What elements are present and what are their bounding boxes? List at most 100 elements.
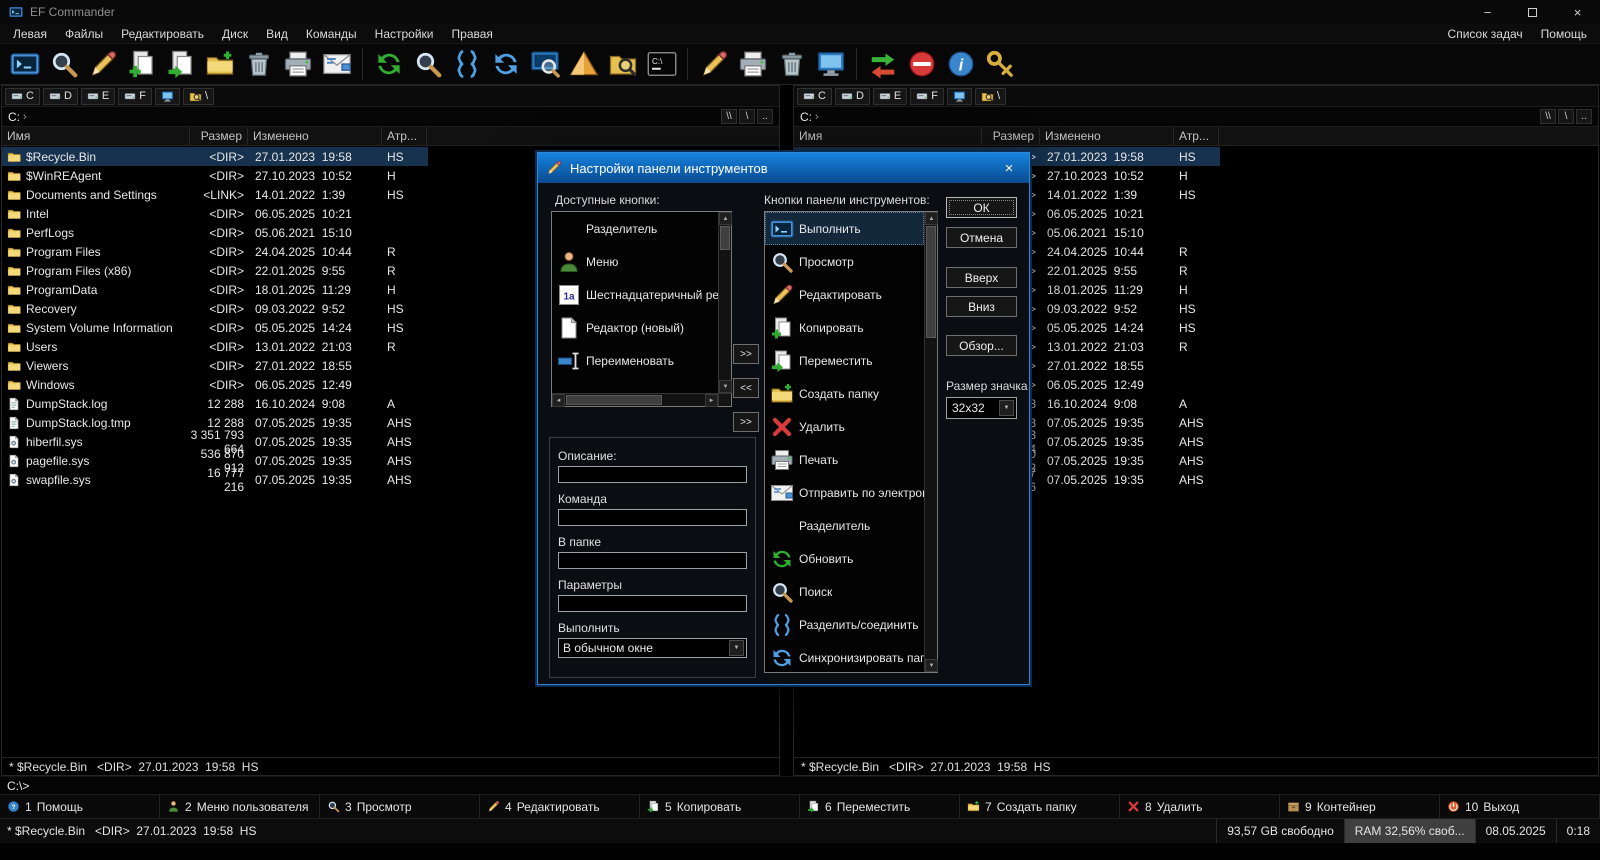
file-row[interactable]: Viewers<DIR>27.01.2022 18:55 <box>2 356 428 375</box>
drive-e-button-left[interactable]: E <box>81 88 115 105</box>
field-command-input[interactable] <box>558 509 747 526</box>
scroll-down-icon[interactable]: ▼ <box>719 380 732 393</box>
drive-f-button-left[interactable]: F <box>118 88 152 105</box>
available-item[interactable]: Разделитель <box>552 212 718 245</box>
field-parameters-input[interactable] <box>558 595 747 612</box>
toolbar-find-files-button[interactable] <box>603 45 642 83</box>
icon-size-combobox[interactable]: 32x32 ▼ <box>946 397 1017 419</box>
toolbar-editor-button[interactable] <box>694 45 733 83</box>
chevron-down-icon[interactable]: ▼ <box>999 400 1014 416</box>
available-item[interactable]: 1aШестнадцатеричный ред <box>552 278 718 311</box>
fkey-5[interactable]: 5Копировать <box>640 795 800 818</box>
menu-item-0[interactable]: Левая <box>4 26 56 42</box>
drive-desktop-button-right[interactable] <box>947 88 972 105</box>
toolbar-key-button[interactable] <box>980 45 1019 83</box>
field-folder-input[interactable] <box>558 552 747 569</box>
column-header-modified[interactable]: Изменено <box>248 127 382 145</box>
cancel-button[interactable]: Отмена <box>946 227 1017 248</box>
toolbar-pack-button[interactable] <box>564 45 603 83</box>
drive-c-button-left[interactable]: C <box>5 88 40 105</box>
drive-root-button-right[interactable]: \ <box>975 88 1006 105</box>
toolbar-delete-button[interactable] <box>239 45 278 83</box>
fkey-10[interactable]: 10Выход <box>1440 795 1600 818</box>
toolbar-item[interactable]: Просмотр <box>765 245 924 278</box>
toolbar-send-email-button[interactable] <box>317 45 356 83</box>
menu-item-1[interactable]: Файлы <box>56 26 112 42</box>
drive-f-button-right[interactable]: F <box>910 88 944 105</box>
toolbar-dos-prompt-button[interactable]: C:\ <box>642 45 681 83</box>
path-up-button-left[interactable]: .. <box>757 109 773 124</box>
file-row[interactable]: DumpStack.log12 28816.10.2024 9:08A <box>2 394 428 413</box>
column-header-modified[interactable]: Изменено <box>1040 127 1174 145</box>
toolbar-execute-button[interactable] <box>5 45 44 83</box>
drive-d-button-right[interactable]: D <box>835 88 870 105</box>
drive-c-button-right[interactable]: C <box>797 88 832 105</box>
toolbar-item[interactable]: Удалить <box>765 410 924 443</box>
menu-item-2[interactable]: Редактировать <box>112 26 213 42</box>
path-root-button-right[interactable]: \\ <box>1540 109 1556 124</box>
toolbar-quick-view-button[interactable] <box>525 45 564 83</box>
column-header-size[interactable]: Размер <box>190 127 248 145</box>
browse-button[interactable]: Обзор... <box>946 335 1017 356</box>
scroll-up-icon[interactable]: ▲ <box>719 212 732 225</box>
toolbar-synchronize-button[interactable] <box>486 45 525 83</box>
transfer-remove-button[interactable]: << <box>733 378 759 398</box>
file-row[interactable]: Program Files<DIR>24.04.2025 10:44R <box>2 242 428 261</box>
toolbar-view-button[interactable] <box>44 45 83 83</box>
command-line[interactable]: C:\> <box>0 776 1600 794</box>
toolbar-item[interactable]: Копировать <box>765 311 924 344</box>
path-up-button-right[interactable]: .. <box>1576 109 1592 124</box>
toolbar-item[interactable]: Разделить/соединить <box>765 608 924 641</box>
toolbar-vscrollbar[interactable]: ▲ ▼ <box>924 212 937 672</box>
available-item[interactable]: Переименовать <box>552 344 718 377</box>
close-button[interactable]: × <box>1555 0 1600 24</box>
toolbar-create-folder-button[interactable] <box>200 45 239 83</box>
toolbar-item[interactable]: Переместить <box>765 344 924 377</box>
move-up-button[interactable]: Вверх <box>946 267 1017 288</box>
toolbar-copy-button[interactable] <box>122 45 161 83</box>
menu-item-5[interactable]: Команды <box>297 26 366 42</box>
file-row[interactable]: Windows<DIR>06.05.2025 12:49 <box>2 375 428 394</box>
fkey-6[interactable]: 6Переместить <box>800 795 960 818</box>
scroll-thumb[interactable] <box>720 226 730 250</box>
column-header-name[interactable]: Имя <box>2 127 190 145</box>
transfer-add-all-button[interactable]: >> <box>733 412 759 432</box>
fkey-4[interactable]: 4Редактировать <box>480 795 640 818</box>
toolbar-swap-panels-button[interactable] <box>863 45 902 83</box>
toolbar-item[interactable]: Печать <box>765 443 924 476</box>
fkey-7[interactable]: 7Создать папку <box>960 795 1120 818</box>
drive-desktop-button-left[interactable] <box>155 88 180 105</box>
field-description-input[interactable] <box>558 466 747 483</box>
file-row[interactable]: System Volume Information<DIR>05.05.2025… <box>2 318 428 337</box>
available-vscrollbar[interactable]: ▲ ▼ <box>718 212 731 393</box>
toolbar-item[interactable]: Разделитель <box>765 509 924 542</box>
dialog-close-button[interactable]: × <box>997 157 1021 179</box>
toolbar-display-settings-button[interactable] <box>811 45 850 83</box>
file-row[interactable]: $Recycle.Bin<DIR>27.01.2023 19:58HS <box>2 147 428 166</box>
file-row[interactable]: $WinREAgent<DIR>27.10.2023 10:52H <box>2 166 428 185</box>
chevron-down-icon[interactable]: ▼ <box>729 640 744 656</box>
toolbar-item[interactable]: Выполнить <box>765 212 924 245</box>
current-path-left[interactable]: C: <box>8 110 20 124</box>
menu-item-right-1[interactable]: Помощь <box>1532 26 1596 42</box>
toolbar-edit-button[interactable] <box>83 45 122 83</box>
toolbar-print-setup-button[interactable] <box>733 45 772 83</box>
file-row[interactable]: Intel<DIR>06.05.2025 10:21 <box>2 204 428 223</box>
current-path-right[interactable]: C: <box>800 110 812 124</box>
menu-item-6[interactable]: Настройки <box>366 26 443 42</box>
execute-mode-select[interactable]: В обычном окне▼ <box>558 638 747 658</box>
menu-item-4[interactable]: Вид <box>257 26 297 42</box>
file-row[interactable]: swapfile.sys16 777 21607.05.2025 19:35AH… <box>2 470 428 489</box>
toolbar-print-button[interactable] <box>278 45 317 83</box>
scroll-up-icon[interactable]: ▲ <box>925 212 938 225</box>
drive-root-button-left[interactable]: \ <box>183 88 214 105</box>
dialog-title-bar[interactable]: Настройки панели инструментов × <box>538 153 1029 183</box>
toolbar-item[interactable]: Отправить по электрон <box>765 476 924 509</box>
toolbar-item[interactable]: Создать папку <box>765 377 924 410</box>
column-header-size[interactable]: Размер <box>982 127 1040 145</box>
available-item[interactable]: Редактор (новый) <box>552 311 718 344</box>
move-down-button[interactable]: Вниз <box>946 296 1017 317</box>
path-slash-button-right[interactable]: \ <box>1558 109 1574 124</box>
path-root-button-left[interactable]: \\ <box>721 109 737 124</box>
file-row[interactable]: Recovery<DIR>09.03.2022 9:52HS <box>2 299 428 318</box>
